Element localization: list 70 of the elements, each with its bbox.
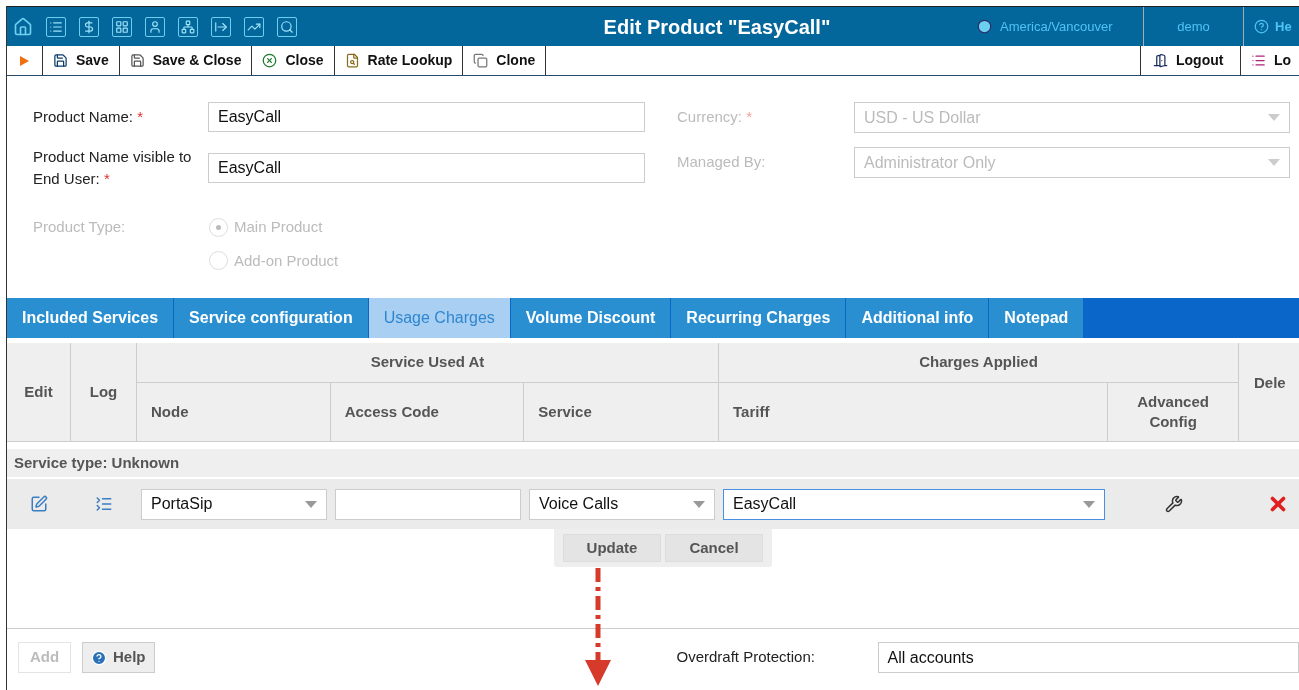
- header-help-menu[interactable]: He: [1275, 16, 1292, 37]
- magnifier-icon: [344, 53, 360, 68]
- toolbar-button[interactable]: Lo: [1240, 46, 1299, 75]
- toolbar-button[interactable]: Save & Close: [119, 46, 253, 75]
- person-icon[interactable]: [145, 16, 165, 37]
- field-label: Currency: *: [677, 107, 754, 128]
- select-field[interactable]: All accounts: [877, 642, 1299, 673]
- caret-icon: [305, 500, 317, 508]
- user-link[interactable]: demo: [1177, 16, 1210, 37]
- wrench-icon[interactable]: [1165, 495, 1183, 513]
- toolbar-button[interactable]: Save: [43, 46, 120, 75]
- select-field[interactable]: PortaSip: [141, 488, 327, 520]
- chart-icon[interactable]: [244, 16, 264, 37]
- caret-icon: [1268, 114, 1280, 121]
- toolbar-button[interactable]: Clone: [463, 46, 547, 75]
- play-icon[interactable]: [20, 55, 29, 66]
- save-icon: [53, 53, 68, 68]
- help-icon: [1254, 19, 1269, 34]
- column-header: Dele: [1253, 372, 1287, 393]
- tab[interactable]: Volume Discount: [510, 298, 672, 338]
- tab[interactable]: Service configuration: [174, 298, 369, 338]
- field-label: Product Type:: [33, 217, 127, 237]
- help-icon: [91, 649, 107, 666]
- home-icon[interactable]: [13, 16, 33, 37]
- column-header: Node: [137, 383, 331, 441]
- network-icon[interactable]: [178, 16, 198, 37]
- column-header: Service: [537, 401, 593, 422]
- field-label: Product Name: *: [33, 107, 145, 127]
- save-icon: [129, 53, 145, 68]
- tab[interactable]: Recurring Charges: [671, 298, 847, 338]
- column-header: Advanced Config: [1136, 392, 1210, 432]
- field-label: Product Name visible to End User: *: [33, 147, 193, 189]
- group-header: Service Used At: [137, 343, 718, 383]
- caret-icon: [693, 500, 705, 508]
- timezone-link[interactable]: America/Vancouver: [1000, 16, 1113, 37]
- list-icon: [1251, 53, 1266, 68]
- tab[interactable]: Additional info: [846, 298, 990, 338]
- caret-icon: [1268, 159, 1280, 166]
- edit-icon[interactable]: [30, 495, 48, 513]
- column-header: Log: [71, 343, 137, 441]
- caret-icon: [1083, 500, 1095, 508]
- copy-icon: [473, 53, 489, 68]
- select-field[interactable]: Voice Calls: [529, 488, 715, 520]
- toolbar-button[interactable]: Logout: [1140, 46, 1240, 75]
- group-header: Charges Applied: [719, 343, 1238, 383]
- row-action-button[interactable]: Update: [563, 534, 661, 562]
- column-header: Edit: [7, 343, 71, 441]
- toolbar-button[interactable]: Close: [252, 46, 335, 75]
- input-field[interactable]: EasyCall: [208, 102, 645, 132]
- search-icon[interactable]: [277, 16, 297, 37]
- grid-icon[interactable]: [112, 16, 132, 37]
- field-label: Managed By:: [677, 152, 767, 173]
- toolbar-button[interactable]: Rate Lookup: [334, 46, 464, 75]
- door-icon: [1153, 53, 1168, 68]
- input-field[interactable]: [335, 488, 521, 520]
- column-header: Access Code: [330, 383, 525, 441]
- field-label: Overdraft Protection:: [676, 647, 816, 668]
- column-header: Tariff: [719, 383, 1109, 441]
- list-icon[interactable]: [95, 495, 113, 513]
- list-icon[interactable]: [46, 16, 66, 37]
- window-title: Edit Product "EasyCall": [602, 14, 832, 40]
- help-button[interactable]: Help: [82, 642, 155, 673]
- input-field[interactable]: EasyCall: [208, 153, 645, 183]
- close-icon: [262, 53, 278, 68]
- tab[interactable]: Notepad: [989, 298, 1085, 338]
- row-action-button[interactable]: Cancel: [665, 534, 763, 562]
- tab[interactable]: Included Services: [7, 298, 175, 338]
- section-title: Service type: Unknown: [14, 452, 180, 473]
- select-field[interactable]: EasyCall: [723, 488, 1105, 520]
- dollar-icon[interactable]: [79, 16, 99, 37]
